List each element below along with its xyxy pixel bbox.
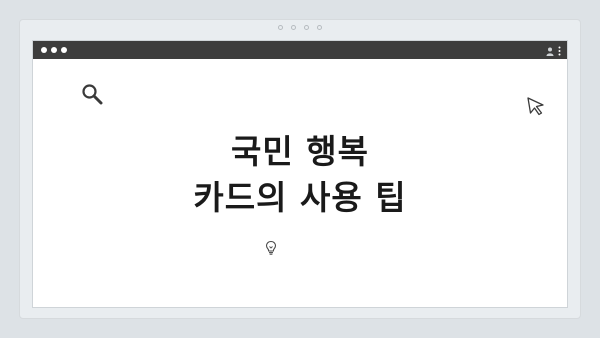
page-title-line-2: 카드의 사용 팁: [193, 178, 407, 217]
title-bar-actions: [546, 41, 561, 60]
content-area: 국민 행복 카드의 사용 팁: [33, 59, 567, 307]
top-dot: [291, 25, 296, 30]
title-bar: [33, 41, 567, 59]
top-dots: [20, 25, 580, 30]
page-title-line-1: 국민 행복: [231, 132, 369, 171]
lightbulb-icon: [264, 240, 278, 256]
search-icon: [81, 83, 103, 105]
browser-window: 국민 행복 카드의 사용 팁: [32, 40, 568, 308]
top-dot: [317, 25, 322, 30]
maximize-button[interactable]: [61, 47, 67, 53]
top-dot: [278, 25, 283, 30]
page-title: 국민 행복 카드의 사용 팁: [33, 129, 567, 221]
top-dot: [304, 25, 309, 30]
window-controls: [41, 47, 67, 53]
cursor-icon: [526, 96, 546, 116]
user-icon[interactable]: [546, 41, 554, 60]
minimize-button[interactable]: [51, 47, 57, 53]
kebab-menu-icon[interactable]: [558, 41, 561, 60]
close-button[interactable]: [41, 47, 47, 53]
